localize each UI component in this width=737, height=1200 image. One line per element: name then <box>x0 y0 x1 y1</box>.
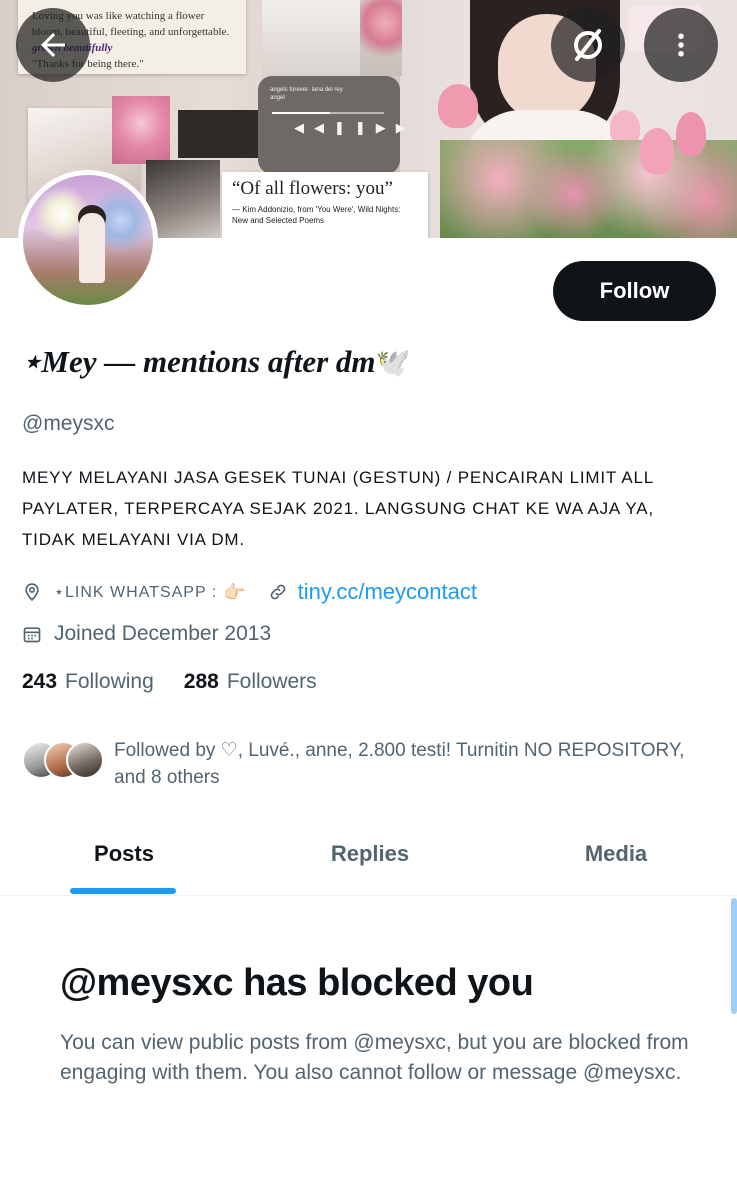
following-label: Following <box>65 670 154 693</box>
link-icon <box>270 584 286 600</box>
banner-tulip <box>640 128 674 174</box>
arrow-left-icon <box>41 33 65 57</box>
more-vertical-icon <box>678 33 684 57</box>
tab-media[interactable]: Media <box>532 812 700 896</box>
followed-by-text: Followed by ♡, Luvé., anne, 2.800 testi!… <box>114 740 685 788</box>
profile-website-link[interactable]: tiny.cc/meycontact <box>298 579 477 605</box>
profile-tabs: Posts Replies Media <box>0 812 737 896</box>
followers-stat[interactable]: 288 Followers <box>184 670 317 694</box>
dove-emoji: 🕊️ <box>375 348 411 379</box>
calendar-icon <box>23 627 41 643</box>
tab-posts[interactable]: Posts <box>40 812 208 896</box>
player-progress-bar <box>272 112 384 114</box>
followed-by-row[interactable]: Followed by ♡, Luvé., anne, 2.800 testi!… <box>22 737 722 793</box>
player-controls-icon: ◀◀❚❚▶▶ <box>294 120 416 135</box>
tab-replies[interactable]: Replies <box>286 812 454 896</box>
profile-stats: 243 Following 288 Followers <box>22 670 317 694</box>
banner-collage-photo <box>112 96 170 164</box>
banner-tulip <box>676 112 706 156</box>
following-stat[interactable]: 243 Following <box>22 670 154 694</box>
avatar-figure-body <box>79 213 105 283</box>
mutual-avatar <box>66 741 104 779</box>
quote-source: — Kim Addonizio, from 'You Were', Wild N… <box>232 205 401 225</box>
following-count: 243 <box>22 670 58 693</box>
followers-count: 288 <box>183 670 219 693</box>
grok-button[interactable] <box>551 8 625 82</box>
player-artist: angel <box>270 95 285 101</box>
blocked-message: You can view public posts from @meysxc, … <box>60 1031 689 1084</box>
active-tab-indicator <box>70 888 176 894</box>
blocked-title: @meysxc has blocked you <box>60 962 534 1004</box>
profile-joined-date: Joined December 2013 <box>54 622 272 645</box>
pointing-hand-emoji: 👉🏻 <box>223 581 246 602</box>
profile-joined-row: Joined December 2013 <box>22 618 271 650</box>
banner-collage-strip <box>178 110 258 158</box>
profile-location: ⋆LINK WHATSAPP : <box>54 584 218 601</box>
display-name-text: ⋆Mey — mentions after dm <box>22 344 376 379</box>
grok-icon <box>574 29 602 61</box>
follow-button[interactable]: Follow <box>553 261 716 321</box>
banner-tulip <box>438 84 478 128</box>
banner-collage-flowers <box>360 0 402 76</box>
profile-handle: @meysxc <box>22 412 115 435</box>
quote-title: “Of all flowers: you” <box>232 178 393 199</box>
banner-quote-card: “Of all flowers: you” — Kim Addonizio, f… <box>222 172 428 238</box>
scrollbar[interactable] <box>731 898 737 1014</box>
profile-bio: MEYY MELAYANI JASA GESEK TUNAI (GESTUN) … <box>22 468 654 549</box>
more-button[interactable] <box>644 8 718 82</box>
location-pin-icon <box>25 583 39 602</box>
player-song-title: angels forever- lana del rey <box>270 87 343 93</box>
followers-label: Followers <box>226 670 317 693</box>
banner-music-player: angels forever- lana del rey angel ◀◀❚❚▶… <box>258 76 406 174</box>
banner-collage-photo <box>146 160 220 238</box>
display-name: ⋆Mey — mentions after dm🕊️ <box>22 342 410 384</box>
profile-avatar[interactable] <box>18 170 158 310</box>
profile-meta-row: ⋆LINK WHATSAPP : 👉🏻 tiny.cc/meycontact <box>22 576 477 608</box>
back-button[interactable] <box>16 8 90 82</box>
